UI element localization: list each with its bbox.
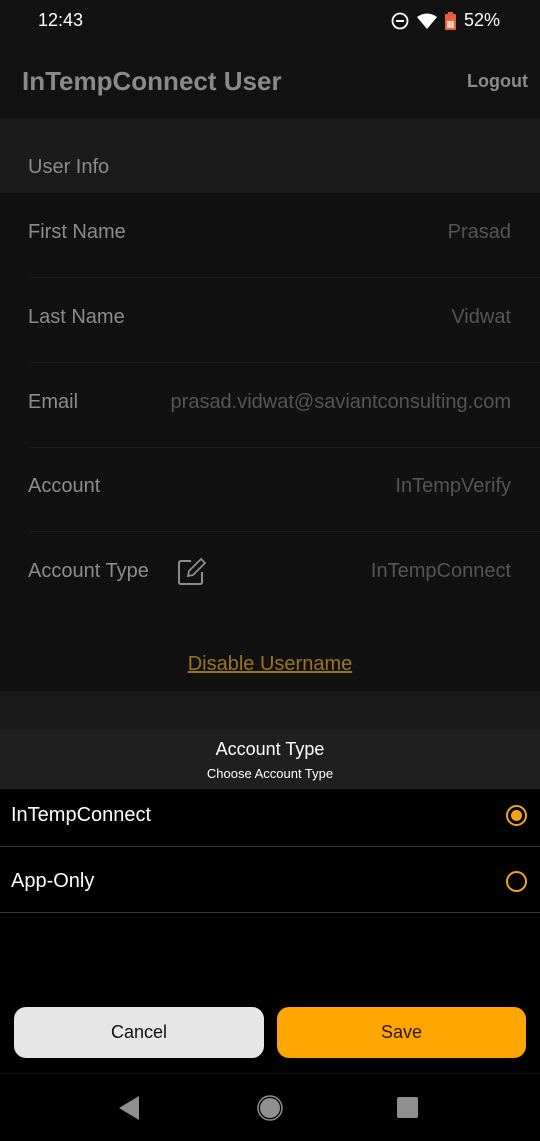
status-time: 12:43	[38, 10, 84, 30]
field-label: Last Name	[28, 306, 125, 328]
field-row-last-name: Last Name Vidwat	[0, 278, 540, 363]
field-value: Prasad	[447, 221, 511, 243]
sheet-title: Account Type	[215, 739, 325, 759]
field-value: InTempConnect	[370, 560, 511, 582]
disable-username-link[interactable]: Disable Username	[0, 653, 540, 676]
home-icon[interactable]	[257, 1095, 283, 1121]
wifi-icon	[416, 13, 437, 29]
option-label: App-Only	[11, 870, 95, 892]
field-label: Account Type	[28, 560, 149, 582]
back-icon[interactable]	[119, 1096, 141, 1120]
edit-icon[interactable]	[177, 556, 207, 586]
radio-unselected-icon[interactable]	[506, 871, 527, 892]
field-value: prasad.vidwat@saviantconsulting.com	[170, 391, 511, 413]
field-row-account: Account InTempVerify	[0, 447, 540, 532]
section-header: User Info	[0, 118, 540, 193]
logout-button[interactable]: Logout	[467, 71, 528, 92]
battery-percent: 52%	[463, 10, 500, 30]
sheet-backdrop	[0, 691, 540, 729]
app-bar: InTempConnect User Logout	[0, 42, 540, 118]
page-title: InTempConnect User	[22, 66, 282, 96]
field-row-account-type: Account Type InTempConnect	[0, 532, 540, 617]
field-value: InTempVerify	[395, 475, 511, 497]
option-label: InTempConnect	[11, 804, 152, 826]
field-row-first-name: First Name Prasad	[0, 193, 540, 278]
option-intempconnect[interactable]: InTempConnect	[0, 789, 540, 847]
sheet-subtitle: Choose Account Type	[206, 766, 334, 781]
save-button[interactable]: Save	[277, 1007, 526, 1058]
battery-icon	[444, 11, 456, 30]
system-nav-bar	[0, 1073, 540, 1141]
option-app-only[interactable]: App-Only	[0, 855, 540, 913]
field-value: Vidwat	[451, 306, 511, 328]
section-title: User Info	[28, 156, 110, 178]
field-row-email: Email prasad.vidwat@saviantconsulting.co…	[0, 363, 540, 448]
recents-icon[interactable]	[397, 1097, 418, 1118]
field-label: First Name	[28, 221, 126, 243]
cancel-button[interactable]: Cancel	[14, 1007, 264, 1058]
radio-selected-icon[interactable]	[506, 805, 527, 826]
user-info-list: First Name Prasad Last Name Vidwat Email…	[0, 193, 540, 691]
status-bar: 12:43 52%	[0, 0, 540, 42]
do-not-disturb-icon	[391, 12, 409, 29]
field-label: Email	[28, 391, 79, 413]
sheet-header: Account Type Choose Account Type	[0, 729, 540, 789]
field-label: Account	[28, 475, 101, 497]
